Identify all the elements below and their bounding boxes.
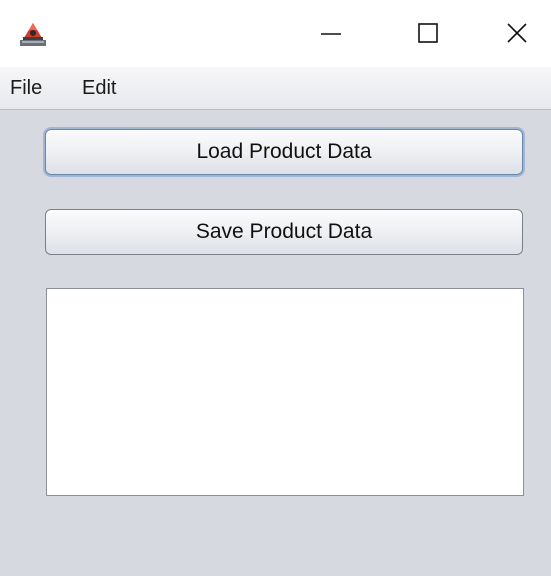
java-app-icon bbox=[18, 20, 48, 48]
minimize-icon bbox=[321, 33, 341, 35]
close-button[interactable] bbox=[494, 10, 540, 56]
title-bar[interactable] bbox=[0, 0, 551, 67]
application-window: File Edit Load Product Data Save Product… bbox=[0, 0, 551, 576]
output-text-area[interactable] bbox=[46, 288, 524, 496]
menu-bar: File Edit bbox=[0, 67, 551, 110]
maximize-icon bbox=[418, 23, 438, 43]
minimize-button[interactable] bbox=[308, 10, 354, 56]
save-product-data-button[interactable]: Save Product Data bbox=[45, 209, 523, 255]
maximize-button[interactable] bbox=[405, 10, 451, 56]
menu-file[interactable]: File bbox=[10, 77, 42, 99]
menu-edit[interactable]: Edit bbox=[82, 77, 116, 99]
load-product-data-button[interactable]: Load Product Data bbox=[45, 129, 523, 175]
close-icon bbox=[507, 23, 527, 43]
